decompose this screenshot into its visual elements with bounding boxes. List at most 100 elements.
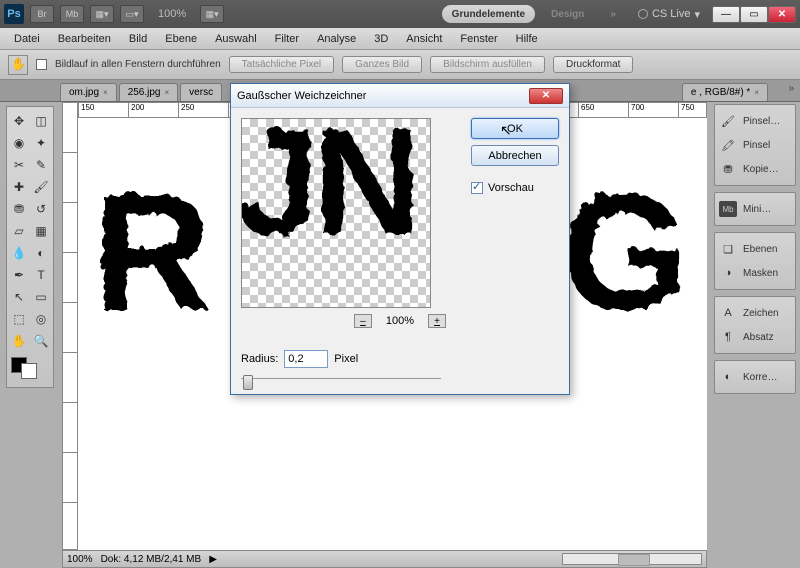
- menu-datei[interactable]: Datei: [6, 31, 48, 47]
- bridge-button[interactable]: Br: [30, 5, 54, 23]
- menu-bild[interactable]: Bild: [121, 31, 155, 47]
- close-icon[interactable]: ×: [103, 88, 108, 97]
- radius-slider[interactable]: [241, 378, 441, 384]
- actual-pixels-button[interactable]: Tatsächliche Pixel: [229, 56, 334, 73]
- workspace-design[interactable]: Design: [541, 5, 594, 23]
- lasso-tool[interactable]: ◉: [9, 133, 29, 153]
- hand-tool-icon[interactable]: [8, 55, 28, 75]
- heal-tool[interactable]: ✚: [9, 177, 29, 197]
- doc-tab-active[interactable]: e , RGB/8#) *×: [682, 83, 768, 101]
- panel-pinsel-preset[interactable]: 🖌Pinsel…: [717, 109, 793, 133]
- panel-korrekturen[interactable]: ◐Korre…: [717, 365, 793, 389]
- move-tool[interactable]: ✥: [9, 111, 29, 131]
- doc-tab-2[interactable]: 256.jpg×: [119, 83, 178, 101]
- type-tool[interactable]: T: [31, 265, 51, 285]
- menu-auswahl[interactable]: Auswahl: [207, 31, 265, 47]
- 3d-tool[interactable]: ⬚: [9, 309, 29, 329]
- print-size-button[interactable]: Druckformat: [553, 56, 633, 73]
- background-swatch[interactable]: [21, 363, 37, 379]
- panel-kopie[interactable]: ⛃Kopie…: [717, 157, 793, 181]
- shape-tool[interactable]: ▭: [31, 287, 51, 307]
- extras-button[interactable]: ▦▾: [200, 5, 224, 23]
- panel-absatz[interactable]: ¶Absatz: [717, 325, 793, 349]
- arrange-docs-button[interactable]: ▦▾: [90, 5, 114, 23]
- tool-palette: ✥◫ ◉✦ ✂✎ ✚🖌 ⛃↺ ▱▦ 💧◐ ✒T ↖▭ ⬚◎ ✋🔍: [6, 106, 54, 388]
- preview-checkbox[interactable]: [471, 182, 483, 194]
- fit-screen-button[interactable]: Ganzes Bild: [342, 56, 422, 73]
- workspace-grundelemente[interactable]: Grundelemente: [442, 5, 535, 23]
- masks-icon: ◑: [719, 265, 737, 281]
- window-close[interactable]: ✕: [768, 6, 796, 23]
- dialog-titlebar[interactable]: Gaußscher Weichzeichner ✕: [231, 84, 569, 108]
- gradient-tool[interactable]: ▦: [31, 221, 51, 241]
- type-panel-group: AZeichen ¶Absatz: [714, 296, 796, 354]
- menu-ebene[interactable]: Ebene: [157, 31, 205, 47]
- brush-preset-icon: 🖌: [719, 113, 737, 129]
- horizontal-scrollbar[interactable]: [562, 553, 702, 565]
- scroll-all-label: Bildlauf in allen Fenstern durchführen: [55, 59, 221, 70]
- menu-fenster[interactable]: Fenster: [452, 31, 505, 47]
- zoom-in-button[interactable]: +: [428, 314, 446, 328]
- ok-button[interactable]: OK: [471, 118, 559, 139]
- dialog-title: Gaußscher Weichzeichner: [237, 90, 529, 102]
- marquee-tool[interactable]: ◫: [31, 111, 51, 131]
- radius-input[interactable]: [284, 350, 328, 368]
- status-doc[interactable]: Dok: 4,12 MB/2,41 MB: [101, 554, 202, 565]
- screen-mode-button[interactable]: ▭▾: [120, 5, 144, 23]
- scroll-all-checkbox[interactable]: [36, 59, 47, 70]
- adjustments-icon: ◐: [719, 369, 737, 385]
- eraser-tool[interactable]: ▱: [9, 221, 29, 241]
- window-maximize[interactable]: ▭: [740, 6, 768, 23]
- dialog-close-button[interactable]: ✕: [529, 88, 563, 104]
- dodge-tool[interactable]: ◐: [31, 243, 51, 263]
- zoom-tool[interactable]: 🔍: [31, 331, 51, 351]
- zoom-readout[interactable]: 100%: [150, 8, 194, 20]
- radius-label: Radius:: [241, 353, 278, 365]
- menu-bearbeiten[interactable]: Bearbeiten: [50, 31, 119, 47]
- menu-filter[interactable]: Filter: [267, 31, 307, 47]
- zoom-out-button[interactable]: –: [354, 314, 372, 328]
- path-select-tool[interactable]: ↖: [9, 287, 29, 307]
- preview-label: Vorschau: [488, 182, 534, 194]
- panel-minibridge[interactable]: MbMini…: [717, 197, 793, 221]
- history-brush-tool[interactable]: ↺: [31, 199, 51, 219]
- doc-tab-1[interactable]: om.jpg×: [60, 83, 117, 101]
- hand-tool[interactable]: ✋: [9, 331, 29, 351]
- cancel-button[interactable]: Abbrechen: [471, 145, 559, 166]
- menu-analyse[interactable]: Analyse: [309, 31, 364, 47]
- close-icon[interactable]: ×: [165, 88, 170, 97]
- panel-pinsel[interactable]: 🖍Pinsel: [717, 133, 793, 157]
- menu-ansicht[interactable]: Ansicht: [398, 31, 450, 47]
- pen-tool[interactable]: ✒: [9, 265, 29, 285]
- wand-tool[interactable]: ✦: [31, 133, 51, 153]
- doc-tab-3[interactable]: versc: [180, 83, 222, 101]
- cs-live-button[interactable]: CS Live ▾: [632, 8, 706, 21]
- menubar: Datei Bearbeiten Bild Ebene Auswahl Filt…: [0, 28, 800, 50]
- mini-panel-group: MbMini…: [714, 192, 796, 226]
- titlebar: Ps Br Mb ▦▾ ▭▾ 100% ▦▾ Grundelemente Des…: [0, 0, 800, 28]
- eyedropper-tool[interactable]: ✎: [31, 155, 51, 175]
- close-icon[interactable]: ×: [754, 88, 759, 97]
- workspace-more[interactable]: »: [600, 5, 626, 23]
- stamp-tool[interactable]: ⛃: [9, 199, 29, 219]
- brush-tool[interactable]: 🖌: [31, 177, 51, 197]
- menu-3d[interactable]: 3D: [366, 31, 396, 47]
- 3d-camera-tool[interactable]: ◎: [31, 309, 51, 329]
- preview-area[interactable]: JN: [241, 118, 431, 308]
- panel-ebenen[interactable]: ❏Ebenen: [717, 237, 793, 261]
- character-icon: A: [719, 305, 737, 321]
- fill-screen-button[interactable]: Bildschirm ausfüllen: [430, 56, 545, 73]
- panel-zeichen[interactable]: AZeichen: [717, 301, 793, 325]
- menu-hilfe[interactable]: Hilfe: [508, 31, 546, 47]
- blur-tool[interactable]: 💧: [9, 243, 29, 263]
- panel-masken[interactable]: ◑Masken: [717, 261, 793, 285]
- color-swatches[interactable]: [9, 353, 51, 383]
- minibridge-button[interactable]: Mb: [60, 5, 84, 23]
- ruler-vertical: [62, 102, 78, 550]
- status-menu[interactable]: ▶: [209, 554, 217, 565]
- window-minimize[interactable]: —: [712, 6, 740, 23]
- tabs-overflow[interactable]: »: [788, 83, 794, 94]
- crop-tool[interactable]: ✂: [9, 155, 29, 175]
- paragraph-icon: ¶: [719, 329, 737, 345]
- status-zoom[interactable]: 100%: [67, 554, 93, 565]
